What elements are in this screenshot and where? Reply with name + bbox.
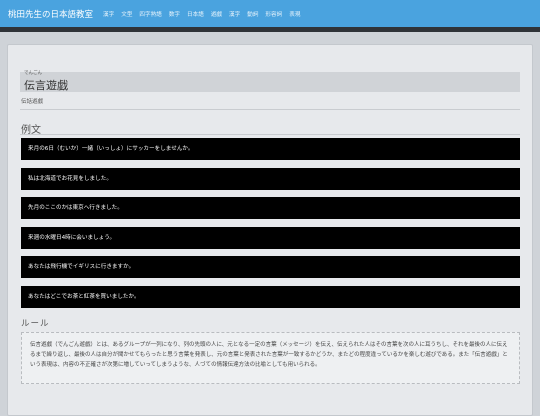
site-brand[interactable]: 桃田先生の日本語教室: [8, 8, 93, 20]
nav-menu: 漢字 文型 四字熟語 数字 日本語 遊戯 漢字 動詞 形容詞 表現: [103, 10, 307, 18]
example-sentence[interactable]: あなたは飛行機でイギリスに行きますか。: [21, 256, 520, 278]
nav-item[interactable]: 文型: [121, 10, 132, 18]
nav-item[interactable]: 遊戯: [211, 10, 222, 18]
nav-item[interactable]: 形容詞: [265, 10, 282, 18]
rules-description: 伝言遊戯（でんごん遊戯）とは、あるグループが一列になり、列の先頭の人に、元となる…: [21, 332, 520, 384]
example-sentence[interactable]: 先月のここのかは東京へ行きました。: [21, 197, 520, 219]
nav-item[interactable]: 日本語: [187, 10, 204, 18]
top-nav-bar: 桃田先生の日本語教室 漢字 文型 四字熟語 数字 日本語 遊戯 漢字 動詞 形容…: [0, 0, 540, 27]
example-sentence[interactable]: 来週の水曜日4時に会いましょう。: [21, 227, 520, 249]
nav-item[interactable]: 表現: [289, 10, 300, 18]
content-panel: でんごん 伝言遊戯 伝話遊戯 例文 来月の6日（むいか）一緒（いっしょ）にサッカ…: [7, 44, 533, 416]
divider: [20, 134, 520, 135]
rules-heading: ルール: [21, 319, 50, 329]
example-sentence[interactable]: 来月の6日（むいか）一緒（いっしょ）にサッカーをしませんか。: [21, 138, 520, 160]
title-reading: でんごん: [24, 71, 42, 76]
example-sentence[interactable]: あなたはどこでお茶と紅茶を買いましたか。: [21, 286, 520, 308]
nav-item[interactable]: 動詞: [247, 10, 258, 18]
nav-item[interactable]: 漢字: [229, 10, 240, 18]
divider: [20, 109, 520, 110]
header-strip: [0, 27, 540, 32]
nav-item[interactable]: 数字: [169, 10, 180, 18]
nav-item[interactable]: 漢字: [103, 10, 114, 18]
nav-item[interactable]: 四字熟語: [139, 10, 161, 18]
title-box: [20, 72, 520, 92]
example-sentence[interactable]: 私は北海道でお花見をしました。: [21, 168, 520, 190]
page-subtitle: 伝話遊戯: [21, 99, 44, 105]
page-title: 伝言遊戯: [24, 79, 68, 92]
